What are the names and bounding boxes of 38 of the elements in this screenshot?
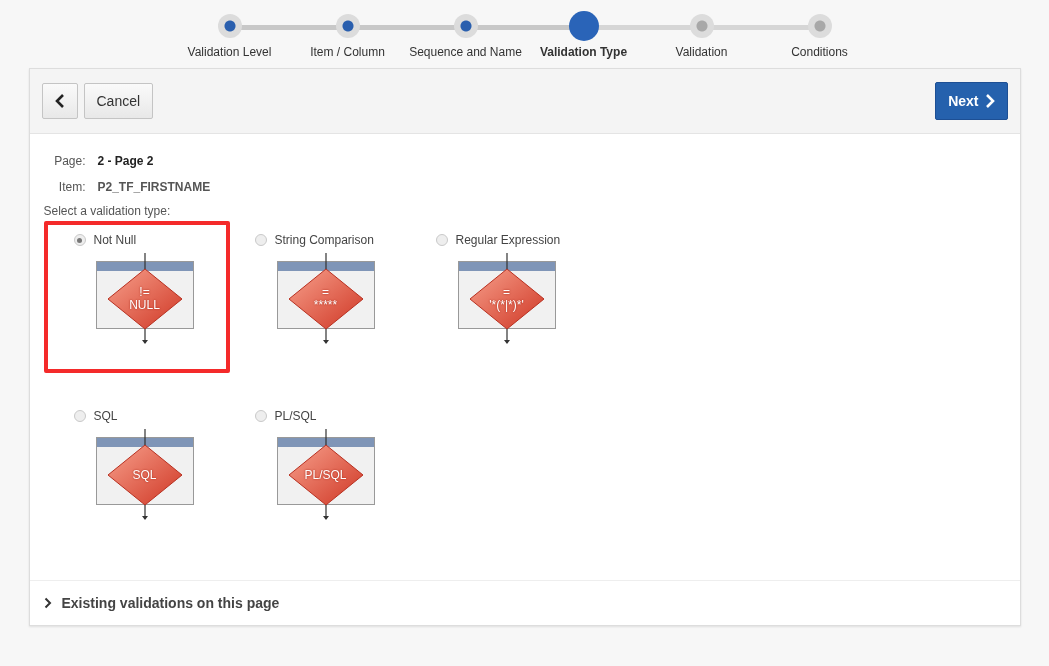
existing-validations-toggle[interactable]: Existing validations on this page — [43, 595, 280, 611]
step-label: Validation Type — [539, 45, 628, 59]
diamond-label: = '*(*|*)*' — [488, 284, 525, 314]
radio-button[interactable] — [73, 410, 86, 422]
flowchart-icon — [457, 253, 556, 345]
chevron-left-icon — [54, 94, 65, 108]
option-label: Regular Expression — [455, 233, 561, 247]
flowchart-icon — [276, 429, 375, 521]
option-label: PL/SQL — [274, 409, 317, 423]
diamond-label: = ***** — [312, 284, 339, 314]
chevron-right-icon — [984, 94, 995, 108]
cancel-button[interactable]: Cancel — [83, 83, 154, 119]
field-value: P2_TF_FIRSTNAME — [97, 180, 211, 194]
chevron-right-icon — [43, 597, 52, 609]
option-label: Not Null — [93, 233, 137, 247]
field-label: Item: — [57, 180, 87, 194]
step-label: Conditions — [791, 45, 848, 59]
field-value: 2 - Page 2 — [97, 154, 154, 168]
prompt-text: Select a validation type: — [43, 204, 172, 218]
flowchart-icon — [95, 253, 194, 345]
next-button[interactable]: Next — [935, 82, 1008, 120]
step-label: Validation Level — [187, 45, 272, 59]
radio-button[interactable] — [254, 410, 267, 422]
diamond-label: SQL — [131, 466, 158, 484]
diamond-label: PL/SQL — [303, 466, 348, 484]
radio-button[interactable] — [73, 234, 86, 246]
radio-button[interactable] — [435, 234, 448, 246]
flowchart-icon — [276, 253, 375, 345]
step-label: Sequence and Name — [409, 45, 522, 59]
option-label: SQL — [93, 409, 118, 423]
flowchart-icon — [95, 429, 194, 521]
radio-button[interactable] — [254, 234, 267, 246]
step-label: Item / Column — [310, 45, 385, 59]
step-label: Validation — [675, 45, 728, 59]
back-button[interactable] — [41, 83, 78, 119]
diamond-label: != NULL — [128, 284, 161, 314]
option-label: String Comparison — [274, 233, 374, 247]
field-label: Page: — [53, 154, 87, 168]
